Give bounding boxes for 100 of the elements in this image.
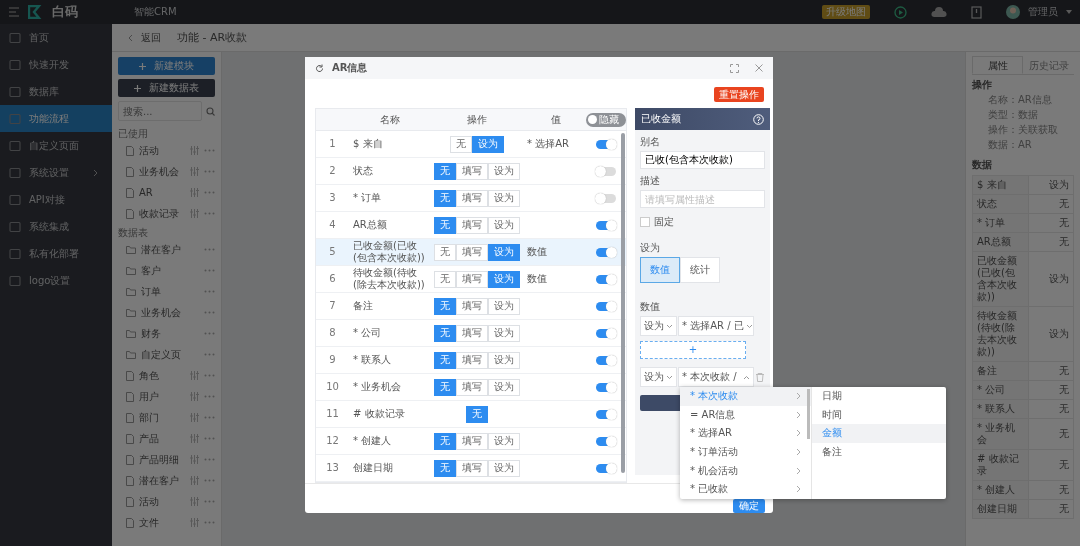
list-item[interactable]: 文件 [118, 512, 215, 533]
row-number: 3 [328, 192, 337, 204]
list-item[interactable]: 部门 [118, 407, 215, 428]
checkbox-label: 固定 [654, 216, 674, 228]
menu-option[interactable]: 备注 [812, 442, 946, 462]
search-field[interactable]: 搜索... [118, 101, 202, 121]
list-item[interactable]: 产品明细 [118, 449, 215, 470]
list-item[interactable]: 订单 [118, 281, 215, 302]
list-item[interactable]: 潜在客户 [118, 470, 215, 491]
operation-option[interactable]: 填写 [456, 297, 488, 315]
mode-option[interactable]: 统计 [680, 257, 720, 283]
operation-option[interactable]: 填写 [456, 432, 488, 450]
operation-option[interactable]: 无 [434, 297, 456, 315]
table-cell: 无 [1028, 232, 1074, 252]
operation-option[interactable]: 无 [434, 459, 456, 477]
new-table-button[interactable]: 新建数据表 [118, 79, 215, 97]
confirm-button[interactable]: 确定 [733, 499, 765, 513]
menu-option[interactable]: * 已收款 [680, 479, 811, 499]
alias-field[interactable]: 已收(包含本次收款) [640, 151, 765, 169]
table-row[interactable]: 10 * 业务机会 无 填写 设为 [316, 374, 626, 401]
field-name: 待收金额(待收(除去本次收款)) [352, 267, 426, 291]
operation-option[interactable]: 设为 [472, 135, 504, 153]
table-row[interactable]: 3 * 订单 无 填写 设为 [316, 185, 626, 212]
operation-option[interactable]: 设为 [488, 432, 520, 450]
menu-option[interactable]: * 选择AR [680, 424, 811, 443]
list-item[interactable]: 财务 [118, 323, 215, 344]
field-name: * 订单 [352, 192, 383, 204]
list-item[interactable]: 产品 [118, 428, 215, 449]
list-item[interactable]: 客户 [118, 260, 215, 281]
table-row[interactable]: 2 状态 无 填写 设为 [316, 158, 626, 185]
operator-select[interactable]: 设为 [640, 316, 677, 336]
table-cell: 设为 [1028, 306, 1074, 362]
operation-option[interactable]: 无 [434, 432, 456, 450]
table-row[interactable]: 8 * 公司 无 填写 设为 [316, 320, 626, 347]
operation-option[interactable]: 设为 [488, 189, 520, 207]
list-item[interactable]: 业务机会 [118, 302, 215, 323]
target-select[interactable]: * 本次收款 / [678, 367, 754, 387]
operation-option[interactable]: 无 [434, 216, 456, 234]
list-item[interactable]: 活动 [118, 140, 215, 161]
menu-option[interactable]: * 机会活动 [680, 461, 811, 480]
row-number: 4 [328, 219, 337, 231]
target-select[interactable]: * 选择AR / 已 [678, 316, 754, 336]
operation-option[interactable]: 填写 [456, 270, 488, 288]
row-number: 5 [328, 246, 337, 258]
operation-option[interactable]: 设为 [488, 378, 520, 396]
operator-select[interactable]: 设为 [640, 367, 677, 387]
menu-option[interactable]: = AR信息 [680, 405, 811, 425]
operation-option[interactable]: 无 [466, 405, 488, 423]
table-row[interactable]: 13 创建日期 无 填写 设为 [316, 455, 626, 482]
operation-option[interactable]: 无 [450, 135, 472, 153]
list-item[interactable]: 角色 [118, 365, 215, 386]
operation-option[interactable]: 填写 [456, 216, 488, 234]
column-header: 值 [550, 113, 562, 126]
operation-option[interactable]: 无 [434, 324, 456, 342]
back-link[interactable]: 返回 [141, 31, 161, 44]
operation-option[interactable]: 填写 [456, 378, 488, 396]
menu-option[interactable]: 日期 [812, 387, 946, 406]
table-row[interactable]: 1 $ 来自 无 设为 * 选择AR [316, 131, 626, 158]
add-button[interactable]: + [640, 341, 746, 359]
table-row[interactable]: 7 备注 无 填写 设为 [316, 293, 626, 320]
list-item[interactable]: 自定义页 [118, 344, 215, 365]
list-item[interactable]: 业务机会 [118, 161, 215, 182]
operation-option[interactable]: 无 [434, 378, 456, 396]
operation-option[interactable]: 无 [434, 189, 456, 207]
panel-tab[interactable]: 属性 [972, 56, 1023, 74]
operation-option[interactable]: 填写 [456, 243, 488, 261]
operation-option[interactable]: 设为 [488, 270, 520, 288]
menu-option[interactable]: 金额 [812, 424, 946, 443]
operation-option[interactable]: 无 [434, 351, 456, 369]
operation-option[interactable]: 设为 [488, 162, 520, 180]
menu-option[interactable]: * 订单活动 [680, 442, 811, 462]
operation-option[interactable]: 填写 [456, 351, 488, 369]
row-number: 13 [325, 462, 340, 474]
table-row[interactable]: 5 已收金额(已收(包含本次收款)) 无 填写 设为 数值 [316, 239, 626, 266]
operation-option[interactable]: 设为 [488, 216, 520, 234]
list-item[interactable]: 潜在客户 [118, 239, 215, 260]
operation-option[interactable]: 无 [434, 243, 456, 261]
list-item[interactable]: AR [118, 182, 215, 203]
operation-option[interactable]: 填写 [456, 324, 488, 342]
field-label: 别名 [640, 136, 661, 148]
table-row[interactable]: 6 待收金额(待收(除去本次收款)) 无 填写 设为 数值 [316, 266, 626, 293]
list-item[interactable]: 用户 [118, 386, 215, 407]
table-row[interactable]: 12 * 创建人 无 填写 设为 [316, 428, 626, 455]
operation-option[interactable]: 设为 [488, 243, 520, 261]
operation-option[interactable]: 设为 [488, 297, 520, 315]
row-number: 9 [328, 354, 337, 366]
reset-button[interactable]: 重置操作 [714, 87, 764, 102]
list-item[interactable]: 活动 [118, 491, 215, 512]
operation-option[interactable]: 无 [434, 162, 456, 180]
operation-option[interactable]: 填写 [456, 459, 488, 477]
list-item[interactable]: 收款记录 [118, 203, 215, 224]
menu-option[interactable]: 时间 [812, 405, 946, 425]
field-name: 已收金额(已收(包含本次收款)) [352, 240, 426, 264]
operation-option[interactable]: 设为 [488, 324, 520, 342]
operation-option[interactable]: 填写 [456, 162, 488, 180]
operation-option[interactable]: 无 [434, 270, 456, 288]
operation-option[interactable]: 设为 [488, 459, 520, 477]
operation-option[interactable]: 设为 [488, 351, 520, 369]
operation-option[interactable]: 填写 [456, 189, 488, 207]
table-row[interactable]: 9 * 联系人 无 填写 设为 [316, 347, 626, 374]
